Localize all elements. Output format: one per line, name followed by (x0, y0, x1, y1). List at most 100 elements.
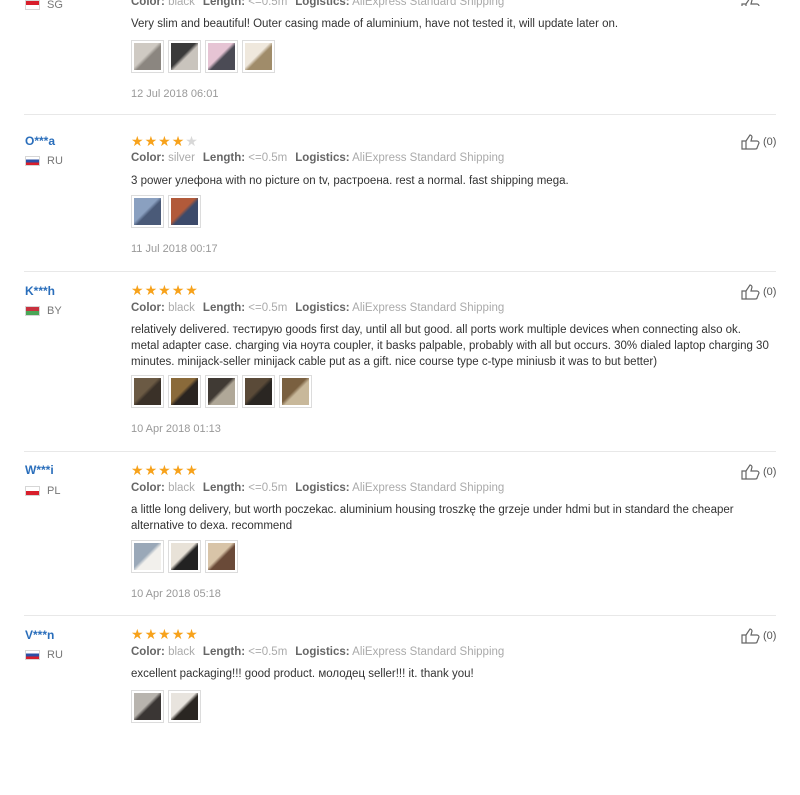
country-code: RU (47, 649, 63, 661)
helpful-count: (0) (763, 286, 777, 298)
order-info: Color: black Length: <=0.5m Logistics: Ali… (131, 302, 512, 314)
reviewer-name[interactable]: W***i (25, 463, 54, 477)
info-label: Color: (131, 0, 165, 8)
star-icon: ★ (144, 133, 158, 149)
star-icon: ★ (144, 462, 158, 478)
reviewer-country: BY (25, 305, 62, 317)
info-label: Length: (202, 646, 246, 658)
info-value: black (168, 0, 195, 8)
star-icon: ★ (131, 282, 144, 298)
review-photo-thumbnail[interactable] (168, 540, 201, 573)
country-flag-icon (25, 486, 40, 496)
country-flag-icon (25, 156, 40, 166)
info-label: Color: (131, 482, 165, 494)
reviewer-name[interactable]: O***a (25, 134, 55, 148)
review-photo-thumbnail[interactable] (279, 375, 312, 408)
thumbs-up-icon (741, 134, 760, 150)
info-value: <=0.5m (248, 0, 288, 8)
info-value: black (168, 302, 195, 314)
info-value: <=0.5m (248, 646, 288, 658)
review-photo-thumbnail[interactable] (168, 40, 201, 73)
review-photos (131, 195, 201, 228)
review-item: K***h BY ★ ★ ★ ★ ★ Color: black Length: <=0.5m Lo… (0, 271, 800, 451)
review-divider (24, 114, 776, 115)
star-rating: ★ ★ ★ ★ ★ (131, 463, 198, 477)
review-photo-thumbnail[interactable] (205, 375, 238, 408)
thumbs-up-icon (741, 628, 760, 644)
info-value: silver (168, 152, 195, 164)
star-icon: ★ (158, 462, 171, 478)
order-info: Color: black Length: <=0.5m Logistics: Ali… (131, 646, 512, 658)
review-photo-thumbnail[interactable] (168, 690, 201, 723)
review-photo-thumbnail[interactable] (131, 195, 164, 228)
info-label: Color: (131, 152, 165, 164)
thumbs-up-icon (741, 284, 760, 300)
review-photos (131, 40, 275, 73)
review-text: a little long delivery, but worth poczek… (131, 504, 734, 532)
review-photo-thumbnail[interactable] (131, 540, 164, 573)
info-label: Length: (202, 482, 246, 494)
review-photo-thumbnail[interactable] (131, 375, 164, 408)
review-photos (131, 375, 312, 408)
helpful-button[interactable]: (0) (741, 464, 776, 480)
reviewer-country: SG (25, 0, 63, 11)
info-value: black (168, 646, 195, 658)
review-photo-thumbnail[interactable] (205, 540, 238, 573)
helpful-count: (0) (763, 630, 777, 642)
review-photo-thumbnail[interactable] (131, 690, 164, 723)
star-icon: ★ (171, 626, 185, 642)
info-value: AliExpress Standard Shipping (352, 0, 505, 8)
info-value: <=0.5m (248, 482, 288, 494)
review-date: 11 Jul 2018 00:17 (131, 243, 218, 255)
review-text: 3 power улефона with no picture on tv, р… (131, 175, 569, 187)
review-photo-thumbnail[interactable] (242, 375, 275, 408)
review-photo-thumbnail[interactable] (168, 375, 201, 408)
review-date: 10 Apr 2018 05:18 (131, 588, 221, 600)
review-text: excellent packaging!!! good product. мол… (131, 668, 474, 680)
review-photos (131, 690, 201, 723)
helpful-count: (0) (763, 466, 777, 478)
star-rating: ★ ★ ★ ★ ★ (131, 134, 198, 148)
star-icon: ★ (185, 133, 198, 149)
info-label: Length: (202, 302, 246, 314)
review-photos (131, 540, 238, 573)
reviewer-name[interactable]: K***h (25, 284, 55, 298)
star-icon: ★ (171, 462, 185, 478)
review-item: W***i PL ★ ★ ★ ★ ★ Color: black Length: <=0.5m Lo… (0, 451, 800, 631)
info-value: <=0.5m (248, 152, 288, 164)
star-icon: ★ (158, 282, 171, 298)
info-label: Logistics: (295, 0, 350, 8)
helpful-button[interactable]: (0) (741, 134, 776, 150)
thumbs-up-icon (741, 464, 760, 480)
helpful-button[interactable]: (0) (741, 628, 776, 644)
review-photo-thumbnail[interactable] (242, 40, 275, 73)
review-photo-thumbnail[interactable] (205, 40, 238, 73)
review-date: 10 Apr 2018 01:13 (131, 423, 221, 435)
review-text: Very slim and beautiful! Outer casing ma… (131, 18, 619, 30)
info-label: Color: (131, 302, 165, 314)
review-photo-thumbnail[interactable] (131, 40, 164, 73)
info-label: Logistics: (295, 302, 350, 314)
order-info: Color: black Length: <=0.5m Logistics: Ali… (131, 482, 512, 494)
order-info: Color: silver Length: <=0.5m Logistics: Al… (131, 152, 512, 164)
reviewer-country: RU (25, 649, 63, 661)
country-flag-icon (25, 650, 40, 660)
star-icon: ★ (131, 462, 144, 478)
reviewer-name[interactable]: V***n (25, 628, 54, 642)
star-rating: ★ ★ ★ ★ ★ (131, 283, 198, 297)
info-value: black (168, 482, 195, 494)
info-value: AliExpress Standard Shipping (352, 646, 505, 658)
review-text: relatively delivered. тестирую goods fir… (131, 324, 769, 368)
helpful-button[interactable]: (0) (741, 284, 776, 300)
info-value: AliExpress Standard Shipping (352, 152, 505, 164)
info-value: <=0.5m (248, 302, 288, 314)
country-flag-icon (25, 306, 40, 316)
info-label: Logistics: (295, 152, 350, 164)
star-icon: ★ (185, 626, 198, 642)
info-label: Logistics: (295, 482, 350, 494)
star-icon: ★ (131, 133, 144, 149)
order-info: Color: black Length: <=0.5m Logistics: Ali… (131, 0, 512, 8)
country-code: RU (47, 155, 63, 167)
review-photo-thumbnail[interactable] (168, 195, 201, 228)
country-code: SG (47, 0, 63, 11)
